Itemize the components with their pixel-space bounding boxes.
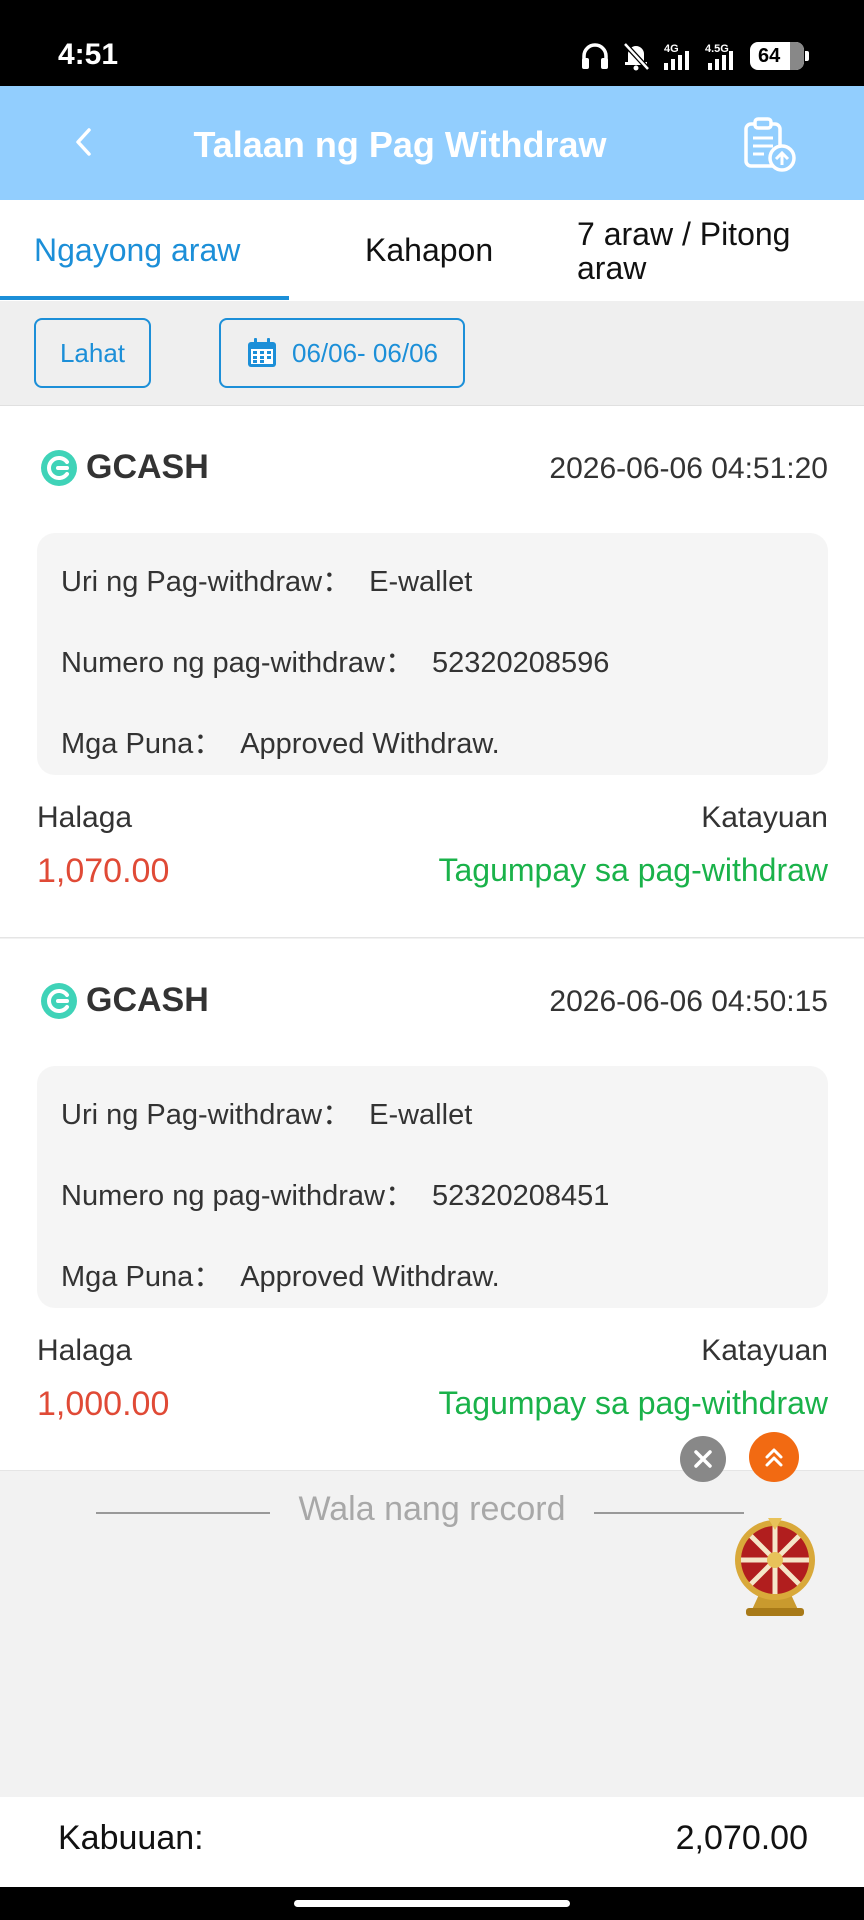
record-details: Uri ng Pag-withdraw： E-wallet Numero ng p… [37, 533, 828, 775]
battery-indicator: 64 [750, 42, 809, 70]
divider-right [594, 1512, 744, 1514]
amount-label: Halaga [37, 801, 133, 834]
date-tabs: Ngayong araw Kahapon 7 araw / Pitong ara… [0, 200, 864, 301]
withdraw-number-row: Numero ng pag-withdraw： 52320208451 [61, 1172, 609, 1214]
record-method: GCASH [40, 448, 209, 487]
remarks-label: Mga Puna： [61, 1261, 223, 1293]
lucky-wheel-button[interactable] [732, 1518, 818, 1616]
svg-text:4.5G: 4.5G [705, 43, 729, 55]
record-method: GCASH [40, 981, 209, 1020]
tab-yesterday[interactable]: Kahapon [365, 200, 493, 301]
status-value: Tagumpay sa pag-withdraw [438, 1385, 828, 1421]
bell-off-icon [623, 42, 650, 71]
amount-value: 1,000.00 [37, 1385, 170, 1423]
record-details: Uri ng Pag-withdraw： E-wallet Numero ng p… [37, 1066, 828, 1308]
withdraw-type-label: Uri ng Pag-withdraw： [61, 566, 352, 598]
withdraw-number-label: Numero ng pag-withdraw： [61, 647, 414, 679]
amount-label: Halaga [37, 1334, 133, 1367]
status-value: Tagumpay sa pag-withdraw [438, 852, 828, 888]
active-tab-indicator [0, 296, 289, 300]
clipboard-upload-icon [744, 117, 796, 172]
withdraw-type-value: E-wallet [369, 566, 473, 598]
status-bar: 4:51 4G 4.5G 64 [0, 0, 864, 86]
remarks-row: Mga Puna： Approved Withdraw. [61, 720, 500, 762]
battery-level: 64 [758, 44, 781, 67]
total-bar: Kabuuan: 2,070.00 [0, 1797, 864, 1887]
scroll-top-button[interactable] [749, 1432, 799, 1482]
withdraw-record[interactable]: GCASH 2026-06-06 04:50:15 Uri ng Pag-wit… [0, 939, 864, 1471]
record-datetime: 2026-06-06 04:50:15 [549, 985, 828, 1018]
page-title: Talaan ng Pag Withdraw [193, 124, 607, 165]
method-name: GCASH [86, 448, 209, 486]
svg-text:4G: 4G [664, 43, 679, 55]
total-value: 2,070.00 [675, 1819, 808, 1857]
withdraw-number-value: 52320208596 [432, 647, 610, 679]
remarks-value: Approved Withdraw. [240, 1261, 500, 1293]
double-chevron-up-icon [765, 1448, 783, 1467]
battery-empty [790, 42, 804, 70]
status-icons: 4G 4.5G 64 [580, 36, 809, 76]
status-time: 4:51 [58, 38, 119, 71]
prize-wheel-icon [735, 1518, 815, 1616]
record-datetime: 2026-06-06 04:51:20 [549, 452, 828, 485]
withdraw-record[interactable]: GCASH 2026-06-06 04:51:20 Uri ng Pag-wit… [0, 406, 864, 938]
status-label: Katayuan [701, 801, 828, 834]
amount-value: 1,070.00 [37, 852, 170, 890]
withdraw-number-label: Numero ng pag-withdraw： [61, 1180, 414, 1212]
filter-bar: Lahat 06/06- 06/06 [0, 301, 864, 406]
withdraw-number-value: 52320208451 [432, 1180, 610, 1212]
app-header: Talaan ng Pag Withdraw [0, 86, 864, 200]
remarks-value: Approved Withdraw. [240, 728, 500, 760]
withdraw-type-row: Uri ng Pag-withdraw： E-wallet [61, 558, 472, 600]
close-float-button[interactable] [680, 1436, 726, 1482]
system-nav-bar [0, 1887, 864, 1920]
export-button[interactable] [740, 116, 798, 174]
withdraw-type-value: E-wallet [369, 1099, 473, 1131]
home-indicator[interactable] [294, 1900, 570, 1907]
total-label: Kabuuan: [58, 1819, 204, 1857]
withdraw-type-row: Uri ng Pag-withdraw： E-wallet [61, 1091, 472, 1133]
headphones-icon [582, 43, 608, 69]
filter-all-button[interactable]: Lahat [34, 318, 151, 388]
date-range-button[interactable]: 06/06- 06/06 [219, 318, 465, 388]
remarks-row: Mga Puna： Approved Withdraw. [61, 1253, 500, 1295]
withdraw-type-label: Uri ng Pag-withdraw： [61, 1099, 352, 1131]
method-name: GCASH [86, 981, 209, 1019]
date-range-label: 06/06- 06/06 [291, 337, 438, 368]
remarks-label: Mga Puna： [61, 728, 223, 760]
signal-4g-icon: 4G [664, 43, 689, 70]
close-icon [694, 1450, 712, 1468]
gcash-logo-icon [41, 449, 77, 486]
gcash-logo-icon [41, 982, 77, 1019]
tab-today[interactable]: Ngayong araw [34, 200, 240, 301]
signal-45g-icon: 4.5G [705, 43, 733, 70]
withdraw-number-row: Numero ng pag-withdraw： 52320208596 [61, 639, 609, 681]
calendar-icon [247, 338, 276, 367]
status-label: Katayuan [701, 1334, 828, 1367]
tab-seven-days[interactable]: 7 araw / Pitong araw [577, 200, 847, 301]
